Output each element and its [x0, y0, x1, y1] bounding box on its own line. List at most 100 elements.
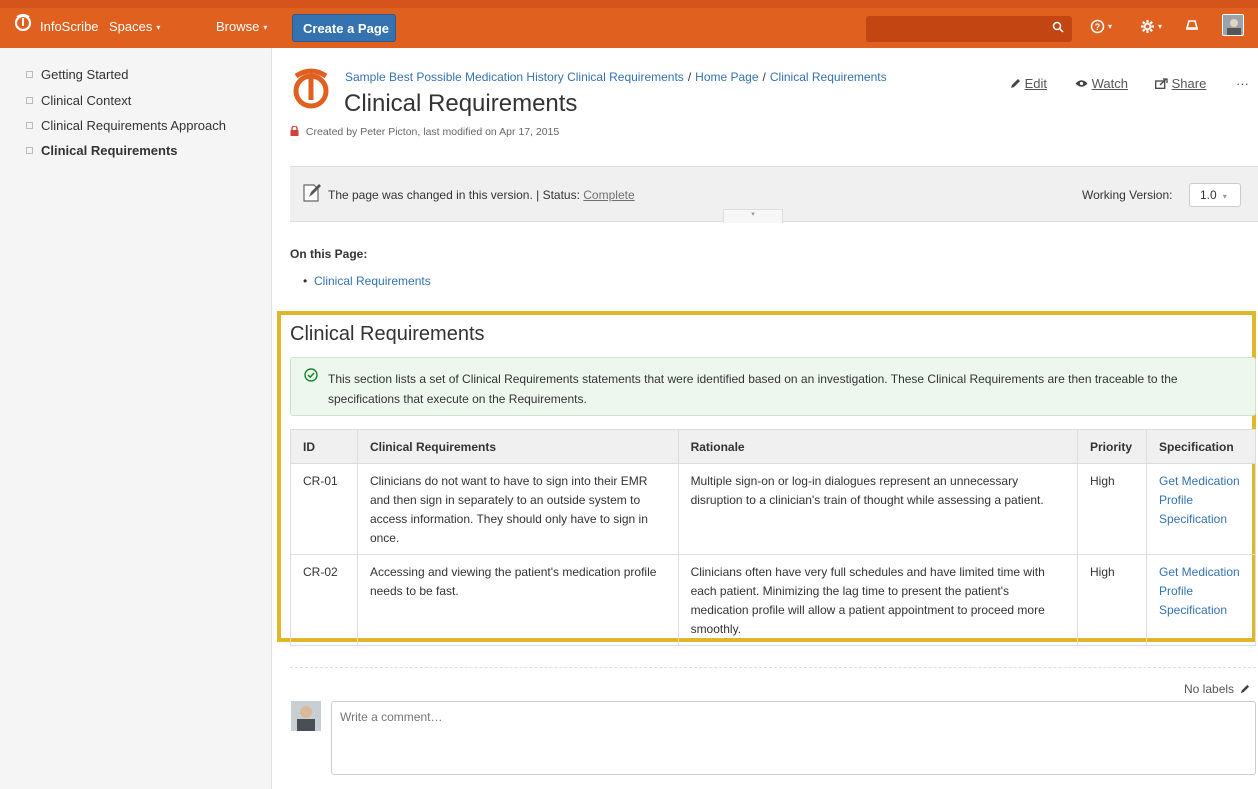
chevron-down-icon: ▾	[1158, 21, 1163, 31]
sidebar-item-clinical-context[interactable]: Clinical Context	[26, 93, 131, 108]
user-icon	[291, 701, 321, 731]
chevron-down-icon: ▾	[751, 211, 755, 218]
page-tree-bullet-icon	[26, 71, 33, 79]
browse-label: Browse	[216, 19, 260, 34]
breadcrumb-link-home[interactable]: Home Page	[695, 70, 758, 84]
check-circle-icon	[304, 368, 318, 382]
cell-id: CR-01	[290, 463, 358, 555]
page-status-banner: The page was changed in this version. | …	[290, 166, 1258, 223]
status-prefix: The page was changed in this version. | …	[328, 188, 584, 202]
cell-id: CR-02	[290, 554, 358, 646]
sidebar: Getting Started Clinical Context Clinica…	[0, 48, 272, 789]
edit-button[interactable]: Edit	[1010, 76, 1047, 91]
infoscribe-logo-icon[interactable]	[14, 13, 32, 31]
cell-priority: High	[1077, 463, 1147, 555]
create-page-button[interactable]: Create a Page	[292, 14, 396, 42]
chevron-down-icon: ▾	[1108, 21, 1113, 31]
sidebar-item-label: Clinical Context	[41, 93, 132, 108]
sidebar-item-label: Getting Started	[41, 67, 129, 82]
search-input[interactable]	[866, 16, 1072, 42]
chevron-down-icon: ▾	[263, 23, 268, 33]
pencil-icon	[1011, 79, 1020, 88]
comment-box[interactable]	[331, 701, 1256, 775]
more-actions-button[interactable]: ···	[1236, 76, 1249, 91]
byline-text: Created by Peter Picton, last modified o…	[305, 126, 560, 138]
labels-text: No labels	[1184, 682, 1235, 696]
spaces-menu[interactable]: Spaces ▾	[109, 19, 160, 34]
cell-rationale: Multiple sign-on or log-in dialogues rep…	[677, 463, 1079, 555]
comment-input[interactable]	[340, 710, 740, 724]
sidebar-item-clinical-requirements-approach[interactable]: Clinical Requirements Approach	[26, 118, 226, 133]
status-text: The page was changed in this version. | …	[328, 188, 635, 202]
toc-bullet: •	[303, 274, 308, 288]
working-version-select[interactable]: 1.0 ▾	[1189, 183, 1241, 207]
gear-icon	[1140, 19, 1155, 33]
page-tree-bullet-icon	[26, 147, 33, 155]
column-header-id: ID	[290, 429, 358, 464]
share-button[interactable]: Share	[1155, 76, 1206, 91]
cell-specification: Get Medication Profile Specification	[1145, 554, 1257, 646]
edit-label: Edit	[1024, 76, 1048, 91]
requirements-table: ID Clinical Requirements Rationale Prior…	[290, 429, 1257, 646]
pencil-icon[interactable]	[1240, 684, 1250, 694]
cell-rationale: Clinicians often have very full schedule…	[677, 554, 1079, 646]
table-row: CR-02 Accessing and viewing the patient'…	[290, 554, 1257, 646]
specification-link[interactable]: Get Medication Profile Specification	[1159, 565, 1240, 617]
section-heading: Clinical Requirements	[290, 323, 485, 345]
working-version-label: Working Version:	[1082, 188, 1173, 202]
brand-link[interactable]: InfoScribe	[40, 19, 99, 34]
sidebar-item-clinical-requirements[interactable]: Clinical Requirements	[26, 143, 178, 158]
cell-requirement: Clinicians do not want to have to sign i…	[356, 463, 679, 555]
table-header-row: ID Clinical Requirements Rationale Prior…	[290, 429, 1257, 464]
table-row: CR-01 Clinicians do not want to have to …	[290, 463, 1257, 555]
share-icon	[1155, 78, 1168, 89]
working-version-value: 1.0	[1200, 188, 1217, 202]
watch-button[interactable]: Watch	[1075, 76, 1128, 91]
expand-toggle[interactable]: ▾	[723, 209, 783, 223]
chevron-down-icon: ▾	[156, 23, 161, 33]
help-menu[interactable]: ? ▾	[1090, 17, 1112, 34]
search-icon	[1052, 21, 1064, 33]
page-byline: Created by Peter Picton, last modified o…	[290, 125, 560, 138]
space-logo-icon[interactable]	[290, 66, 332, 110]
info-text: This section lists a set of Clinical Req…	[328, 372, 1178, 406]
breadcrumb-separator: /	[687, 70, 692, 84]
breadcrumb-separator: /	[762, 70, 766, 84]
column-header-priority: Priority	[1077, 429, 1147, 464]
svg-text:?: ?	[1095, 22, 1101, 32]
breadcrumb-link-space[interactable]: Sample Best Possible Medication History …	[345, 70, 684, 84]
page-tree-bullet-icon	[26, 122, 33, 130]
user-avatar[interactable]	[1222, 14, 1244, 36]
avatar	[291, 701, 321, 731]
cell-priority: High	[1077, 554, 1147, 646]
sidebar-item-label: Clinical Requirements	[41, 143, 178, 158]
share-label: Share	[1171, 76, 1207, 91]
breadcrumb-link-current[interactable]: Clinical Requirements	[770, 70, 887, 84]
notifications-icon[interactable]	[1185, 18, 1199, 32]
toc-link-clinical-requirements[interactable]: Clinical Requirements	[314, 274, 431, 288]
info-panel: This section lists a set of Clinical Req…	[290, 357, 1256, 416]
page-changed-icon	[303, 184, 321, 202]
page-title: Clinical Requirements	[344, 90, 578, 117]
help-icon: ?	[1090, 19, 1105, 33]
sidebar-item-label: Clinical Requirements Approach	[41, 118, 226, 133]
toc-heading: On this Page:	[290, 247, 368, 261]
cell-requirement: Accessing and viewing the patient's medi…	[356, 554, 679, 646]
watch-label: Watch	[1091, 76, 1128, 91]
cell-specification: Get Medication Profile Specification	[1145, 463, 1257, 555]
breadcrumb: Sample Best Possible Medication History …	[345, 70, 887, 84]
browse-menu[interactable]: Browse ▾	[216, 19, 267, 34]
chevron-down-icon: ▾	[1222, 192, 1227, 201]
column-header-requirements: Clinical Requirements	[356, 429, 679, 464]
top-nav: InfoScribe Spaces ▾ Browse ▾ Create a Page…	[0, 0, 1258, 48]
labels-area[interactable]: No labels	[1184, 682, 1250, 696]
divider	[290, 667, 1256, 668]
spaces-label: Spaces	[109, 19, 153, 34]
settings-menu[interactable]: ▾	[1140, 17, 1162, 34]
sidebar-item-getting-started[interactable]: Getting Started	[26, 67, 128, 82]
status-link[interactable]: Complete	[583, 188, 634, 202]
eye-icon	[1075, 80, 1088, 87]
specification-link[interactable]: Get Medication Profile Specification	[1159, 474, 1240, 526]
lock-icon[interactable]	[290, 125, 299, 136]
user-icon	[1227, 19, 1241, 35]
